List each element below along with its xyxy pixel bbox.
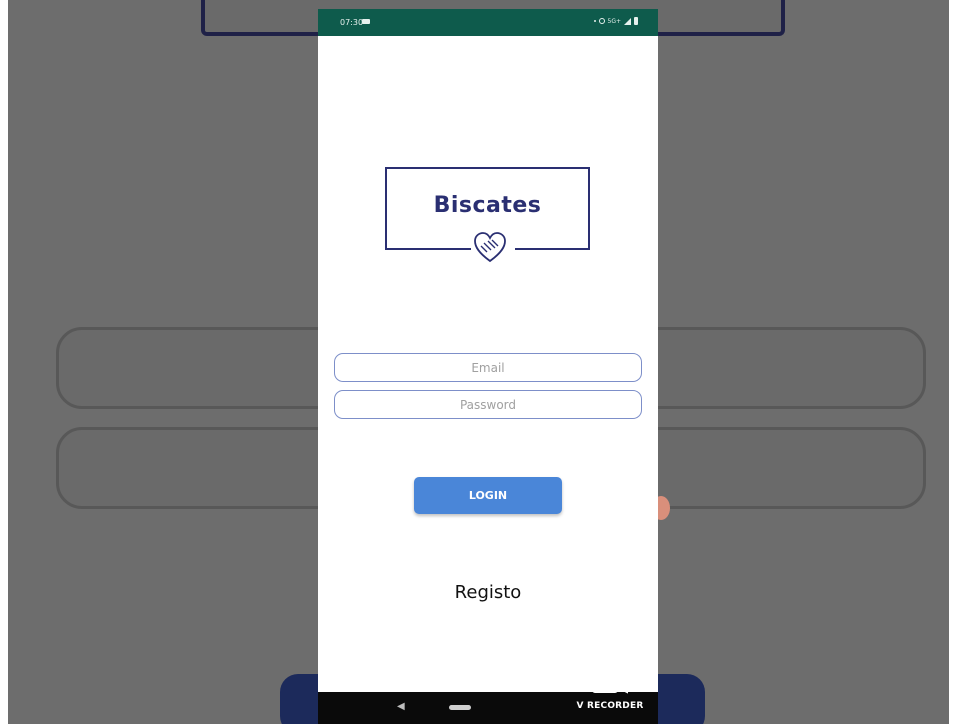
- status-time: 07:30: [340, 18, 364, 27]
- back-triangle-icon[interactable]: ◀: [397, 701, 405, 712]
- signal-icon: [624, 17, 631, 25]
- home-pill-icon[interactable]: [449, 705, 471, 710]
- handshake-heart-icon: [474, 232, 506, 263]
- status-bar: 07:30 5G+: [318, 9, 658, 36]
- notification-dot-icon: [593, 20, 596, 22]
- network-label: 5G+: [607, 17, 622, 25]
- email-input[interactable]: [334, 353, 642, 382]
- video-camera-icon: [592, 676, 628, 694]
- phone-screen: 07:30 5G+ Biscates LOGIN Registo ◀ V REC…: [318, 9, 658, 724]
- alarm-icon: [598, 18, 605, 24]
- login-button[interactable]: LOGIN: [414, 477, 562, 514]
- recorder-watermark: V RECORDER: [568, 675, 652, 711]
- password-input[interactable]: [334, 390, 642, 419]
- message-icon: [362, 19, 370, 24]
- battery-icon: [634, 17, 638, 25]
- logo-text: Biscates: [433, 193, 542, 218]
- recorder-label: V RECORDER: [576, 701, 644, 711]
- status-icons: 5G+: [593, 17, 638, 25]
- register-link[interactable]: Registo: [318, 582, 658, 603]
